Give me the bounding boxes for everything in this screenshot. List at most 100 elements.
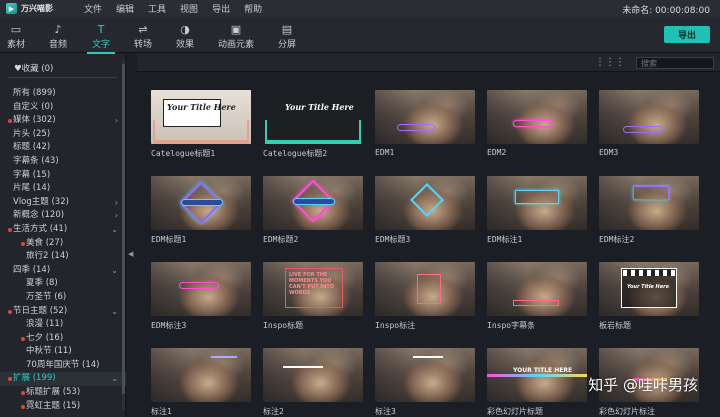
sidebar-category[interactable]: 字幕 (15) <box>0 169 126 183</box>
template-thumbnail[interactable] <box>487 262 587 316</box>
sidebar-category[interactable]: Vlog主题 (32) › <box>0 196 126 210</box>
export-button[interactable]: 导出 <box>664 26 710 43</box>
title-template-tile[interactable]: 标注1 <box>151 348 251 417</box>
title-template-tile[interactable]: 标注3 <box>375 348 475 417</box>
sidebar-category[interactable]: 旅行2 (14) <box>0 250 126 264</box>
chevron-right-icon[interactable]: › <box>115 209 118 223</box>
sidebar-category[interactable]: 七夕 (16) <box>0 332 126 346</box>
sidebar-category[interactable]: 新概念 (120) › <box>0 209 126 223</box>
sidebar-category[interactable]: 字幕条 (43) <box>0 155 126 169</box>
folder-icon: ▭ <box>10 23 22 36</box>
template-thumbnail[interactable] <box>375 90 475 144</box>
template-thumbnail[interactable] <box>487 90 587 144</box>
sidebar-category[interactable]: 夏季 (8) <box>0 277 126 291</box>
chevron-right-icon[interactable]: › <box>115 196 118 210</box>
template-thumbnail[interactable] <box>487 176 587 230</box>
menu-help[interactable]: 帮助 <box>244 2 262 15</box>
sidebar-category[interactable]: 自定义 (0) <box>0 101 126 115</box>
tab-elements[interactable]: ▣ 动画元素 <box>212 23 260 50</box>
tab-media[interactable]: ▭ 素材 <box>0 23 36 50</box>
template-caption: Catelogue标题1 <box>151 149 216 158</box>
title-template-tile[interactable]: EDM1 <box>375 90 475 157</box>
template-thumbnail[interactable]: Your Title Here <box>151 90 251 144</box>
tab-effects[interactable]: ◑ 效果 <box>165 23 205 50</box>
tab-text[interactable]: T 文字 <box>81 23 121 54</box>
title-template-tile[interactable]: EDM标题3 <box>375 176 475 245</box>
tab-effects-label: 效果 <box>175 40 194 50</box>
tab-split-screen[interactable]: ▤ 分屏 <box>267 23 307 50</box>
template-thumbnail[interactable]: Your Title Here <box>599 262 699 316</box>
template-thumbnail[interactable] <box>375 176 475 230</box>
overlay-title: YOUR TITLE HERE <box>513 367 573 374</box>
title-template-tile[interactable]: EDM标题1 <box>151 176 251 245</box>
template-thumbnail[interactable] <box>375 262 475 316</box>
menu-file[interactable]: 文件 <box>84 2 102 15</box>
tab-transitions[interactable]: ⇌ 转场 <box>123 23 163 50</box>
template-thumbnail[interactable] <box>151 348 251 402</box>
title-template-tile[interactable]: EDM2 <box>487 90 587 157</box>
template-thumbnail[interactable] <box>599 176 699 230</box>
sidebar-category[interactable]: 霓虹主题 (15) <box>0 400 126 414</box>
menu-view[interactable]: 视图 <box>180 2 198 15</box>
title-template-tile[interactable]: YOUR TITLE HERE 彩色幻灯片标题 <box>487 348 587 417</box>
title-template-tile[interactable]: EDM标注1 <box>487 176 587 245</box>
sidebar-category[interactable]: 媒体 (302) › <box>0 114 126 128</box>
tab-transitions-label: 转场 <box>133 40 152 50</box>
title-template-tile[interactable]: EDM标注2 <box>599 176 699 245</box>
menu-edit[interactable]: 编辑 <box>116 2 134 15</box>
template-caption: EDM标注2 <box>599 235 635 244</box>
title-template-tile[interactable]: 标注2 <box>263 348 363 417</box>
sidebar-category[interactable]: 美食 (27) <box>0 237 126 251</box>
sidebar-category[interactable]: 中秋节 (11) <box>0 345 126 359</box>
sidebar-category[interactable]: 节日主题 (52) ⌄ <box>0 305 126 319</box>
template-thumbnail[interactable] <box>263 348 363 402</box>
sidebar-category[interactable]: 标题扩展 (53) <box>0 386 126 400</box>
sidebar-category[interactable]: 万圣节 (6) <box>0 291 126 305</box>
sidebar-category[interactable]: 浪漫 (11) <box>0 318 126 332</box>
sidebar-category[interactable]: 片尾 (14) <box>0 182 126 196</box>
sidebar-category[interactable]: 标题 (42) <box>0 141 126 155</box>
title-template-tile[interactable]: EDM标注3 <box>151 262 251 331</box>
title-template-tile[interactable]: EDM标题2 <box>263 176 363 245</box>
sidebar-category[interactable]: 扩展 (199) ⌄ <box>0 372 126 387</box>
sidebar-category[interactable]: 所有 (899) <box>0 87 126 101</box>
title-template-tile[interactable]: Your Title Here Catelogue标题1 <box>151 90 251 159</box>
title-template-tile[interactable]: Inspo标注 <box>375 262 475 331</box>
chevron-right-icon[interactable]: › <box>115 114 118 128</box>
chevron-down-icon[interactable]: ⌄ <box>111 372 118 386</box>
favorites-item[interactable]: ♥收藏 (0) <box>14 62 53 74</box>
sidebar-category[interactable]: 片头 (25) <box>0 128 126 142</box>
grid-view-icon[interactable]: ⋮⋮⋮ <box>595 57 625 68</box>
sidebar-category[interactable]: 生活方式 (41) ⌄ <box>0 223 126 237</box>
template-thumbnail[interactable]: Your Title Here <box>263 90 363 144</box>
title-template-tile[interactable]: Inspo字幕条 <box>487 262 587 331</box>
search-input[interactable] <box>636 57 714 69</box>
template-thumbnail[interactable] <box>151 262 251 316</box>
sidebar-category[interactable]: 70周年国庆节 (14) <box>0 359 126 373</box>
title-template-tile[interactable]: Your Title Here Catelogue标题2 <box>263 90 363 159</box>
sidebar-scrollbar-thumb[interactable] <box>122 64 125 394</box>
menu-export[interactable]: 导出 <box>212 2 230 15</box>
template-thumbnail[interactable]: LIVE FOR THE MOMENTS YOU CAN'T PUT INTO … <box>263 262 363 316</box>
logo-icon: ▶ <box>6 3 17 14</box>
app-name: 万兴喵影 <box>21 4 53 13</box>
menu-tools[interactable]: 工具 <box>148 2 166 15</box>
sidebar-category-label: 夏季 (8) <box>26 278 58 289</box>
template-thumbnail[interactable] <box>151 176 251 230</box>
sidebar-category[interactable]: 四季 (14) ⌄ <box>0 264 126 278</box>
tab-audio[interactable]: ♪ 音频 <box>38 23 78 50</box>
template-thumbnail[interactable] <box>263 176 363 230</box>
title-template-tile[interactable]: LIVE FOR THE MOMENTS YOU CAN'T PUT INTO … <box>263 262 363 331</box>
title-template-tile[interactable]: EDM3 <box>599 90 699 157</box>
collapse-panel-icon[interactable]: ◀ <box>128 250 135 258</box>
chevron-down-icon[interactable]: ⌄ <box>111 223 118 237</box>
category-sidebar: ♥收藏 (0) 所有 (899) 自定义 (0) 媒体 (302) › 片头 (25) 标… <box>0 54 126 417</box>
chevron-down-icon[interactable]: ⌄ <box>111 264 118 278</box>
chevron-down-icon[interactable]: ⌄ <box>111 305 118 319</box>
title-template-tile[interactable]: Your Title Here 板岩标题 <box>599 262 699 331</box>
template-thumbnail[interactable] <box>375 348 475 402</box>
overlay-title: Your Title Here <box>627 284 669 290</box>
project-name: 未命名: 00:00:08:00 <box>622 6 710 16</box>
template-thumbnail[interactable]: YOUR TITLE HERE <box>487 348 587 402</box>
template-thumbnail[interactable] <box>599 90 699 144</box>
